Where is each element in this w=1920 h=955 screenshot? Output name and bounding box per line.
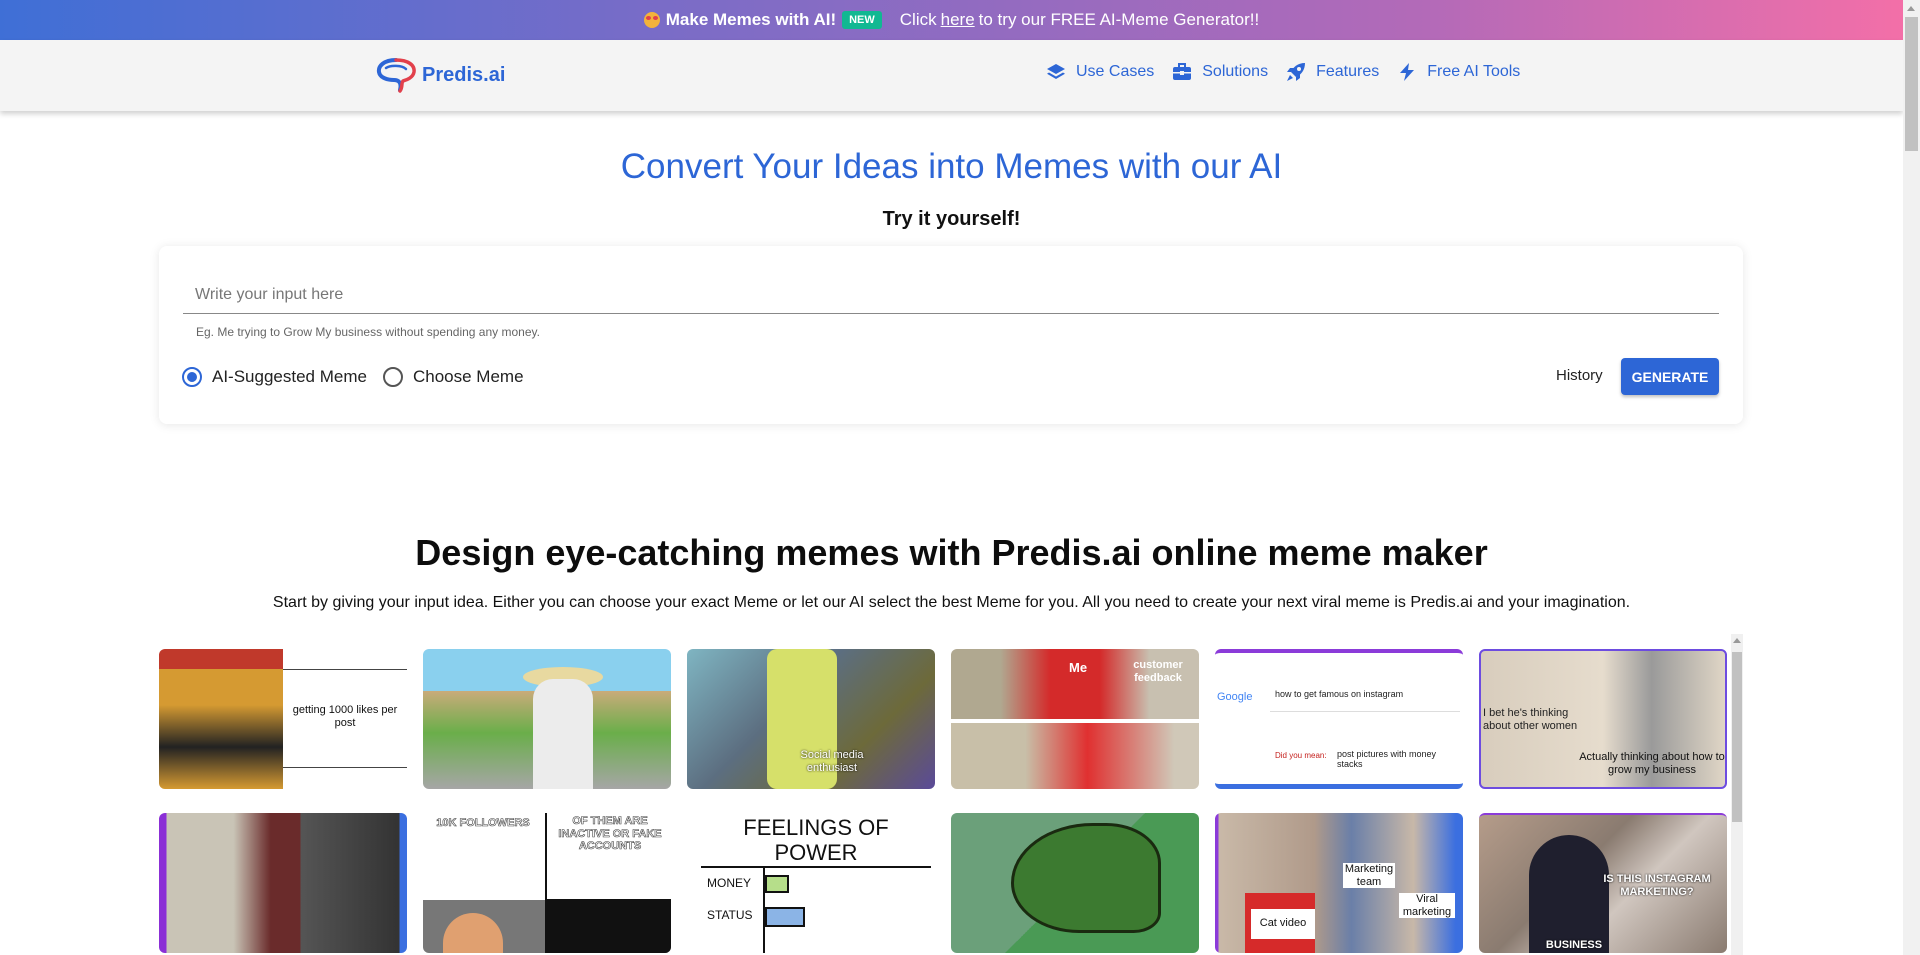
chart-bar [765,907,805,927]
section-title: Design eye-catching memes with Predis.ai… [415,532,1488,573]
radio-unchecked-icon [382,367,403,387]
meme-input-card: Eg. Me trying to Grow My business withou… [159,246,1743,424]
rocket-icon [1287,63,1306,81]
meme-image [443,913,503,953]
gallery-scrollbar-thumb[interactable] [1732,652,1742,822]
chart-bar [765,875,789,893]
hero-title: Convert Your Ideas into Memes with our A… [620,147,1283,186]
meme-caption: post pictures with money stacks [1337,749,1437,770]
navbar: Predis.ai Use Cases Solutions Features F… [0,40,1903,111]
nav-links: Use Cases Solutions Features Free AI Too… [1046,62,1538,82]
input-helper-text: Eg. Me trying to Grow My business withou… [196,325,540,339]
meme-caption: BUSINESS [1545,939,1603,951]
meme-thumb-feelings-of-power[interactable]: FEELINGS OF POWER MONEY STATUS [687,813,935,953]
page-scrollbar-thumb[interactable] [1905,17,1918,151]
meme-caption: Viral marketing [1399,893,1455,919]
meme-mode-radio-group: AI-Suggested Meme Choose Meme [182,367,540,387]
history-button[interactable]: History [1556,367,1603,384]
meme-thumb-google-search[interactable]: Google how to get famous on instagram Di… [1215,649,1463,789]
meme-thumb-is-this-a-pigeon[interactable]: IS THIS INSTAGRAM MARKETING? BUSINESS [1479,813,1727,953]
meme-image [533,679,593,789]
meme-image [159,649,283,789]
promo-link[interactable]: here [941,10,975,30]
logo[interactable]: Predis.ai [376,56,505,94]
nav-label: Use Cases [1076,63,1155,80]
divider [283,767,407,768]
nav-label: Features [1316,63,1380,80]
layers-icon [1047,64,1065,79]
meme-caption: FEELINGS OF POWER [701,815,931,868]
new-badge: NEW [842,11,882,29]
meme-caption: MONEY [707,876,752,890]
meme-caption: I bet he's thinking about other women [1483,707,1578,732]
promo-prefix: Click [899,10,937,29]
meme-caption: Social media enthusiast [800,749,864,774]
meme-caption: how to get famous on instagram [1275,689,1404,699]
nav-label: Solutions [1202,63,1269,80]
divider [1270,711,1460,712]
nav-features[interactable]: Features [1286,62,1379,82]
meme-thumb-elmo[interactable]: Me customer feedback [951,649,1199,789]
promo-banner: Make Memes with AI! NEW Click here to tr… [0,0,1903,40]
nav-label: Free AI Tools [1427,63,1521,80]
meme-caption: customer feedback [1133,659,1183,684]
radio-ai-suggested-meme[interactable]: AI-Suggested Meme [182,367,367,387]
google-logo-icon: Google [1217,691,1253,703]
meme-gallery: getting 1000 likes per post Social media… [159,634,1743,955]
radio-label: Choose Meme [412,367,524,386]
meme-thumb-spongebob[interactable]: Social media enthusiast [687,649,935,789]
nav-use-cases[interactable]: Use Cases [1046,62,1154,82]
meme-caption: 10K FOLLOWERS [436,817,530,830]
meme-caption: STATUS [707,908,753,922]
promo-title: Make Memes with AI! [665,10,837,29]
meme-caption: Marketing team [1343,863,1395,889]
nav-free-ai-tools[interactable]: Free AI Tools [1397,62,1520,82]
meme-image [547,899,671,953]
page-scrollbar[interactable] [1903,0,1920,955]
meme-thumb-chad[interactable] [159,813,407,953]
meme-thumb-mr-incredible[interactable]: 10K FOLLOWERS OF THEM ARE INACTIVE OR FA… [423,813,671,953]
radio-choose-meme[interactable]: Choose Meme [382,367,524,387]
scroll-up-arrow-icon[interactable] [1733,638,1741,643]
meme-caption: Me [1069,660,1088,675]
meme-caption: getting 1000 likes per post [292,704,398,729]
generate-button[interactable]: GENERATE [1621,358,1719,395]
meme-thumb-pepperidge-farm[interactable] [423,649,671,789]
briefcase-icon [1173,63,1192,80]
meme-thumb-bet-hes-thinking[interactable]: I bet he's thinking about other women Ac… [1479,649,1727,789]
star-eyes-emoji-icon [643,12,660,28]
nav-solutions[interactable]: Solutions [1172,62,1268,82]
bolt-icon [1400,63,1415,81]
meme-caption: Did you mean: [1275,751,1327,760]
meme-caption: Actually thinking about how to grow my b… [1579,751,1725,776]
divider [283,669,407,670]
meme-caption: OF THEM ARE INACTIVE OR FAKE ACCOUNTS [558,815,662,853]
meme-caption: IS THIS INSTAGRAM MARKETING? [1603,873,1711,898]
meme-image [1011,823,1161,933]
radio-label: AI-Suggested Meme [212,367,367,386]
predis-logo-icon [376,58,416,93]
radio-checked-icon [182,367,202,387]
logo-text: Predis.ai [422,63,506,86]
section-description: Start by giving your input idea. Either … [272,594,1631,611]
meme-caption: Cat video [1251,909,1315,939]
meme-thumb-tuxedo-pooh[interactable]: getting 1000 likes per post [159,649,407,789]
meme-image [951,723,1199,789]
meme-idea-input[interactable] [183,276,1719,314]
meme-thumb-distracted-boyfriend[interactable]: Cat video Marketing team Viral marketing [1215,813,1463,953]
scroll-up-arrow-icon[interactable] [1907,6,1915,11]
meme-thumb-philosoraptor[interactable] [951,813,1199,953]
gallery-scrollbar[interactable] [1731,634,1743,955]
promo-suffix: to try our FREE AI-Meme Generator!! [978,10,1260,29]
hero-subtitle: Try it yourself! [882,208,1021,230]
page: Make Memes with AI! NEW Click here to tr… [0,0,1903,955]
